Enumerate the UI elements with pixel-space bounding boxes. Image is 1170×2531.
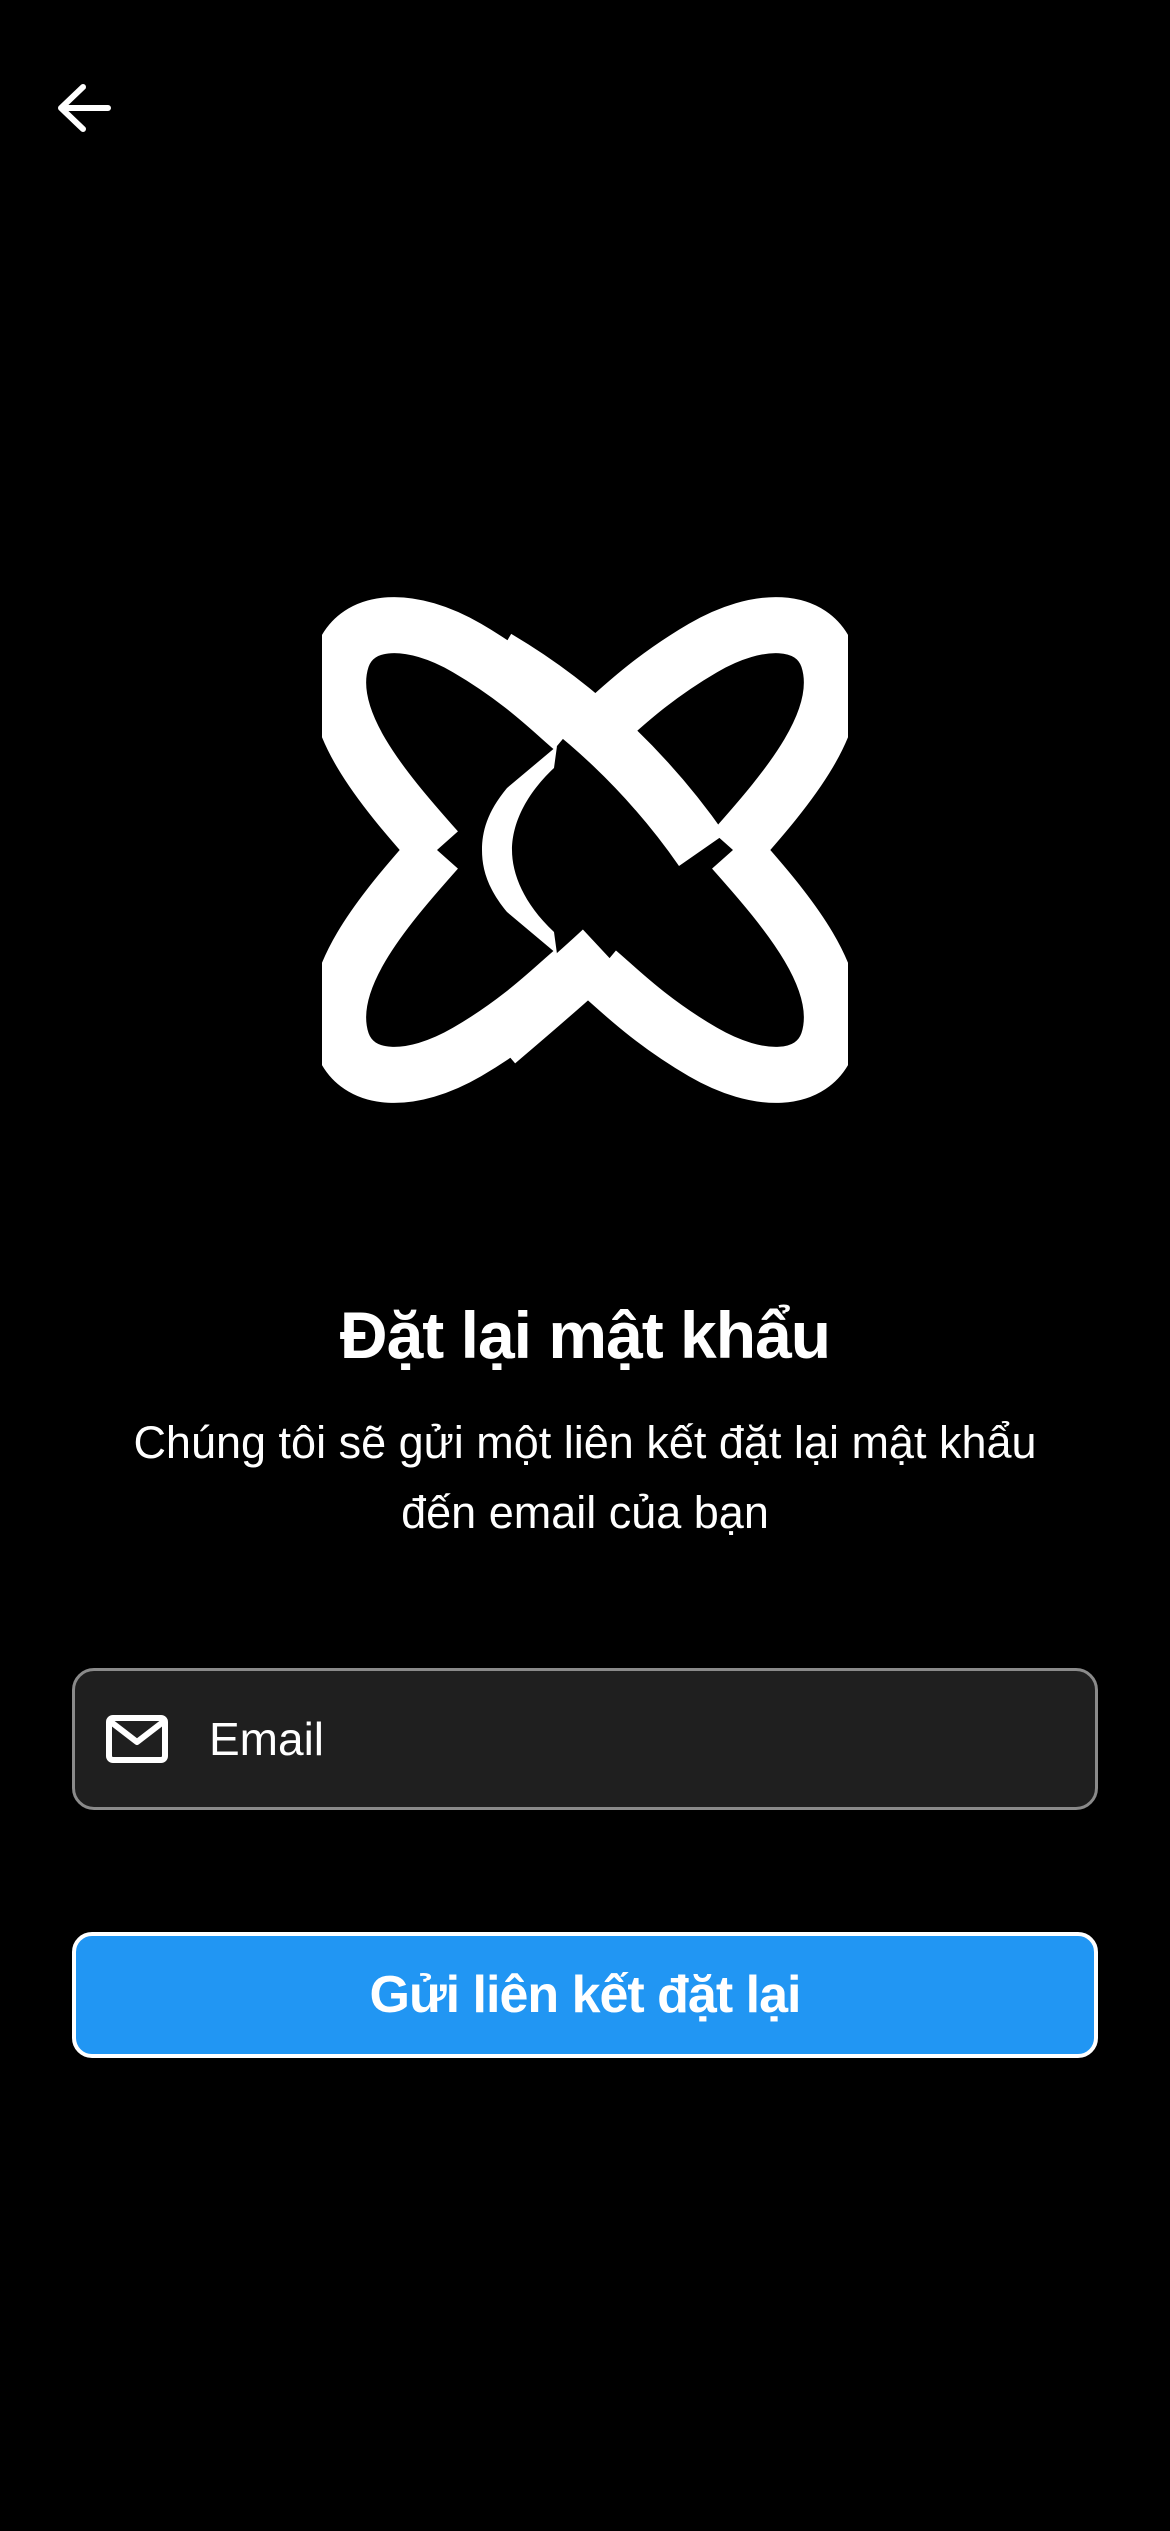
- subtitle-line-1: Chúng tôi sẽ gửi một liên kết đặt lại mậ…: [133, 1417, 1037, 1468]
- send-reset-link-button-label: Gửi liên kết đặt lại: [369, 1966, 802, 2024]
- email-field[interactable]: [72, 1668, 1098, 1810]
- page-subtitle: Chúng tôi sẽ gửi một liên kết đặt lại mậ…: [85, 1408, 1085, 1548]
- arrow-left-icon: [58, 84, 111, 132]
- send-reset-link-button[interactable]: Gửi liên kết đặt lại: [72, 1932, 1098, 2058]
- subtitle-line-2: đến email của bạn: [401, 1487, 769, 1538]
- email-input[interactable]: [209, 1671, 1095, 1807]
- app-logo-icon: [322, 597, 848, 1103]
- mail-icon: [106, 1715, 168, 1763]
- page-title: Đặt lại mật khẩu: [339, 1298, 831, 1372]
- reset-password-screen: Đặt lại mật khẩu Chúng tôi sẽ gửi một li…: [0, 0, 1170, 2531]
- back-button[interactable]: [44, 68, 124, 148]
